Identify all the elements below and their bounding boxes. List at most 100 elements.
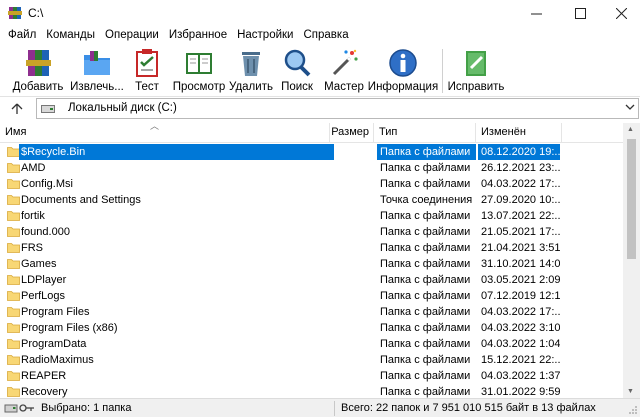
drive-status-icon[interactable] — [4, 402, 18, 414]
file-row[interactable]: RadioMaximus Папка с файлами 15.12.2021 22… — [0, 352, 623, 368]
file-modified: 03.05.2021 2:09 — [481, 274, 560, 286]
vertical-scrollbar[interactable]: ▲ ▼ — [623, 123, 640, 398]
file-name: REAPER — [21, 370, 67, 382]
maximize-button[interactable] — [561, 0, 599, 26]
file-row[interactable]: FRS Папка с файлами 21.04.2021 3:51 — [0, 240, 623, 256]
scrollbar-thumb[interactable] — [627, 139, 636, 259]
file-type: Папка с файлами — [380, 338, 471, 350]
file-name: PerfLogs — [21, 290, 66, 302]
info-button[interactable]: Информация — [368, 47, 438, 95]
toolbar: Добавить Извлечь... Тест Просмотр Удалит… — [0, 45, 640, 97]
trash-icon — [242, 52, 260, 76]
column-size[interactable]: Размер — [330, 123, 374, 143]
file-modified: 31.10.2021 14:07 — [481, 258, 560, 270]
file-row[interactable]: PerfLogs Папка с файлами 07.12.2019 12:14 — [0, 288, 623, 304]
file-row[interactable]: REAPER Папка с файлами 04.03.2022 1:37 — [0, 368, 623, 384]
file-name: LDPlayer — [21, 274, 67, 286]
window-title: C:\ — [28, 6, 44, 20]
drive-icon — [41, 105, 55, 113]
file-modified: 04.03.2022 1:37 — [481, 370, 560, 382]
book-view-icon — [186, 53, 212, 74]
file-name: Config.Msi — [21, 178, 73, 190]
file-row[interactable]: Program Files Папка с файлами 04.03.2022 1… — [0, 304, 623, 320]
minimize-button[interactable] — [517, 0, 555, 26]
file-list-header: ︿ Имя Размер Тип Изменён — [0, 121, 623, 143]
status-bar: Выбрано: 1 папка Всего: 22 папок и 7 951… — [0, 398, 640, 417]
file-row[interactable]: Config.Msi Папка с файлами 04.03.2022 17:.… — [0, 176, 623, 192]
file-row[interactable]: LDPlayer Папка с файлами 03.05.2021 2:09 — [0, 272, 623, 288]
up-folder-button[interactable] — [4, 99, 30, 119]
close-icon — [615, 7, 627, 19]
menu-favorites[interactable]: Избранное — [164, 29, 232, 41]
menu-operations[interactable]: Операции — [100, 29, 164, 41]
file-modified: 26.12.2021 23:... — [481, 162, 560, 174]
path-combobox[interactable]: Локальный диск (C:) — [36, 98, 639, 119]
repair-label: Исправить — [447, 81, 505, 93]
column-type[interactable]: Тип — [374, 123, 476, 143]
file-row[interactable]: fortik Папка с файлами 13.07.2021 22:... — [0, 208, 623, 224]
file-name: Games — [21, 258, 57, 270]
file-name: found.000 — [21, 226, 70, 238]
file-name: Documents and Settings — [21, 194, 141, 206]
column-modified[interactable]: Изменён — [476, 123, 562, 143]
menu-help[interactable]: Справка — [298, 29, 353, 41]
menu-commands[interactable]: Команды — [41, 29, 100, 41]
file-name: $Recycle.Bin — [19, 144, 334, 160]
file-modified: 21.05.2021 17:... — [481, 226, 560, 238]
file-type: Папка с файлами — [380, 322, 471, 334]
view-button[interactable]: Просмотр — [173, 47, 225, 95]
repair-button[interactable]: Исправить — [447, 47, 505, 95]
file-row[interactable]: $Recycle.Bin Папка с файлами 08.12.2020 19… — [0, 144, 623, 160]
menu-settings[interactable]: Настройки — [232, 29, 298, 41]
wizard-button[interactable]: Мастер — [324, 47, 364, 95]
selection-status: Выбрано: 1 папка — [41, 402, 132, 414]
file-type: Папка с файлами — [380, 354, 471, 366]
extract-label: Извлечь... — [70, 81, 124, 93]
file-type: Папка с файлами — [380, 178, 471, 190]
menu-file[interactable]: Файл — [3, 29, 41, 41]
scroll-down-icon[interactable]: ▼ — [627, 388, 634, 395]
file-modified: 13.07.2021 22:... — [481, 210, 560, 222]
resize-grip-icon[interactable] — [628, 405, 638, 415]
file-modified: 04.03.2022 3:10 — [481, 322, 560, 334]
file-modified: 08.12.2020 19:... — [478, 144, 560, 160]
file-row[interactable]: ProgramData Папка с файлами 04.03.2022 1:0… — [0, 336, 623, 352]
file-name: ProgramData — [21, 338, 87, 350]
file-name: Program Files — [21, 306, 90, 318]
file-row[interactable]: found.000 Папка с файлами 21.05.2021 17:..… — [0, 224, 623, 240]
file-name: Program Files (x86) — [21, 322, 118, 334]
winrar-app-icon — [8, 7, 22, 19]
file-type: Папка с файлами — [380, 210, 471, 222]
magic-wand-icon — [332, 49, 358, 76]
file-type: Папка с файлами — [380, 306, 471, 318]
archive-add-icon — [26, 50, 51, 76]
test-button[interactable]: Тест — [130, 47, 164, 95]
file-row[interactable]: AMD Папка с файлами 26.12.2021 23:... — [0, 160, 623, 176]
test-label: Тест — [135, 81, 159, 93]
file-row[interactable]: Program Files (x86) Папка с файлами 04.03.… — [0, 320, 623, 336]
file-name: RadioMaximus — [21, 354, 94, 366]
scroll-up-icon[interactable]: ▲ — [627, 126, 634, 133]
add-button[interactable]: Добавить — [12, 47, 64, 95]
column-name[interactable]: Имя — [0, 123, 330, 143]
file-type: Папка с файлами — [380, 258, 471, 270]
find-button[interactable]: Поиск — [280, 47, 314, 95]
key-icon[interactable] — [19, 402, 35, 414]
close-button[interactable] — [602, 0, 640, 26]
file-row[interactable]: Recovery Папка с файлами 31.01.2022 9:59 — [0, 384, 623, 398]
file-modified: 04.03.2022 1:04 — [481, 338, 560, 350]
file-modified: 15.12.2021 22:... — [481, 354, 560, 366]
file-type: Точка соединения — [380, 194, 473, 206]
minimize-icon — [530, 13, 542, 14]
file-row[interactable]: Games Папка с файлами 31.10.2021 14:07 — [0, 256, 623, 272]
file-modified: 07.12.2019 12:14 — [481, 290, 560, 302]
file-modified: 04.03.2022 17:... — [481, 306, 560, 318]
file-row[interactable]: Documents and Settings Точка соединения 27… — [0, 192, 623, 208]
chevron-down-icon[interactable] — [625, 102, 635, 112]
file-type: Папка с файлами — [380, 290, 471, 302]
file-name: Recovery — [21, 386, 68, 398]
extract-button[interactable]: Извлечь... — [68, 47, 126, 95]
delete-button[interactable]: Удалить — [229, 47, 273, 95]
delete-label: Удалить — [229, 81, 273, 93]
file-type: Папка с файлами — [377, 144, 476, 160]
